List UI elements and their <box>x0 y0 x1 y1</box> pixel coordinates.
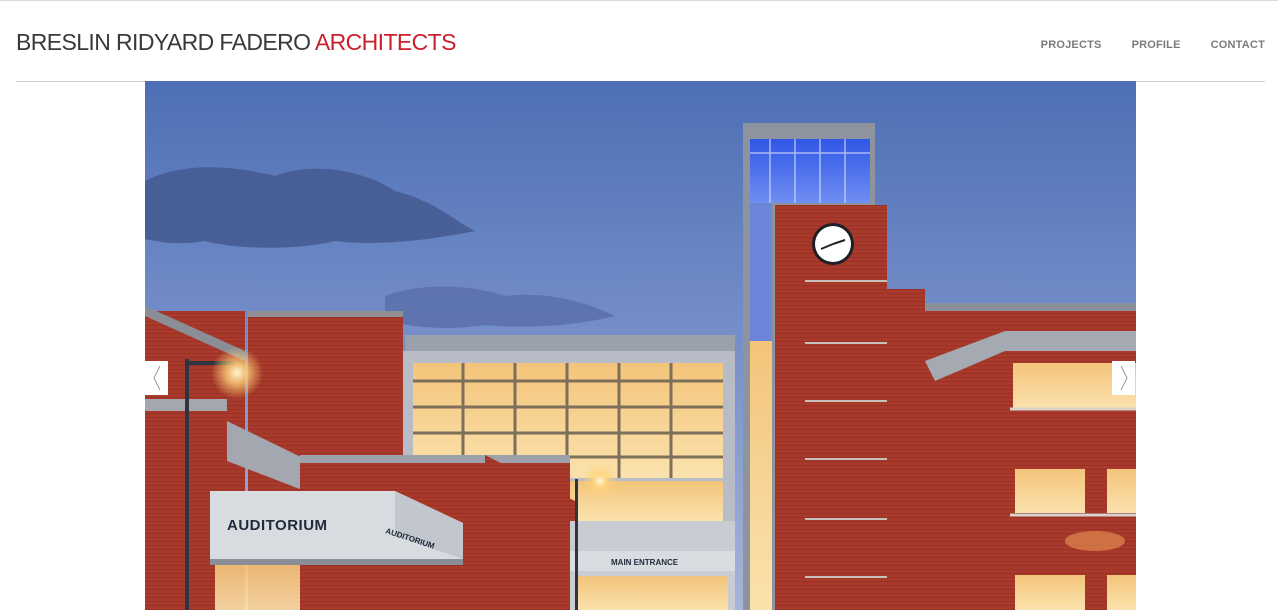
slideshow-next-button[interactable] <box>1112 361 1135 395</box>
nav-item-contact[interactable]: CONTACT <box>1211 39 1265 51</box>
slideshow-prev-button[interactable] <box>145 361 168 395</box>
site-logo[interactable]: BRESLIN RIDYARD FADERO ARCHITECTS <box>16 29 456 56</box>
logo-name: BRESLIN RIDYARD FADERO <box>16 29 315 55</box>
slide-photo-school-building: AUDITORIUM AUDITORIUM MAIN ENTRANCE <box>145 81 1136 610</box>
logo-accent: ARCHITECTS <box>314 29 457 55</box>
nav-item-profile[interactable]: PROFILE <box>1132 39 1181 51</box>
sign-auditorium-large: AUDITORIUM <box>227 517 328 534</box>
sign-main-entrance: MAIN ENTRANCE <box>611 558 679 567</box>
chevron-right-icon <box>1120 365 1128 391</box>
nav-item-projects[interactable]: PROJECTS <box>1041 39 1102 51</box>
main-nav: PROJECTS PROFILE CONTACT <box>1041 39 1265 51</box>
hero-slideshow[interactable]: AUDITORIUM AUDITORIUM MAIN ENTRANCE <box>145 81 1136 610</box>
chevron-left-icon <box>152 365 160 391</box>
site-header: BRESLIN RIDYARD FADERO ARCHITECTS PROJEC… <box>16 0 1265 82</box>
